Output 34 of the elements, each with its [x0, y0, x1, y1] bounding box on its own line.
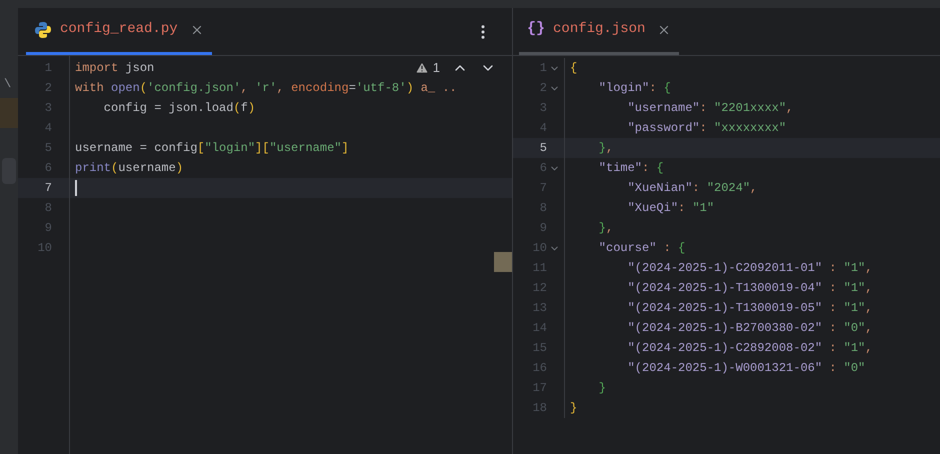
path-text: \: [3, 76, 12, 93]
line-number: 5: [538, 140, 547, 157]
warning-icon[interactable]: [414, 60, 429, 75]
code-line: "login": {: [598, 80, 671, 97]
code-line: "username": "2201xxxx",: [626, 100, 794, 117]
json-braces-icon: {}: [527, 18, 546, 41]
python-logo-icon: [34, 20, 52, 38]
code-line: "XueQi": "1": [626, 200, 714, 217]
code-line: print(username): [75, 160, 184, 177]
code-line: "course" : {: [598, 240, 686, 257]
code-line: }: [598, 380, 606, 397]
scroll-marker: [494, 252, 512, 272]
highlight-marker: [0, 98, 18, 128]
code-line: "(2024-2025-1)-B2700380-02" : "0",: [626, 320, 872, 337]
code-line: "XueNian": "2024",: [626, 180, 758, 197]
code-line: "(2024-2025-1)-T1300019-05" : "1",: [626, 300, 872, 317]
text-cursor: [75, 180, 77, 196]
code-line: config = json.load(f): [102, 100, 256, 117]
code-line: },: [598, 140, 614, 157]
code-line: "time": {: [598, 160, 664, 177]
code-line: {: [570, 60, 578, 77]
code-line: import json: [75, 60, 154, 77]
code-line: with open('config.json', 'r', encoding='utf-8') a_ ..: [75, 80, 457, 97]
editor-tab[interactable]: {} config.json: [519, 7, 680, 55]
code-line: username = config["login"]["username"]: [75, 140, 349, 157]
code-line: "(2024-2025-1)-T1300019-04" : "1",: [626, 280, 872, 297]
code-line: "(2024-2025-1)-C2092011-01" : "1",: [626, 260, 872, 277]
code-line: }: [570, 400, 578, 417]
code-line: "(2024-2025-1)-W0001321-06" : "0": [626, 360, 866, 377]
code-line: "password": "xxxxxxxx": [626, 120, 786, 137]
code-line: },: [598, 220, 614, 237]
code-line: "(2024-2025-1)-C2892008-02" : "1",: [626, 340, 872, 357]
line-number: 7: [44, 180, 52, 197]
warning-count: 1: [432, 59, 440, 77]
